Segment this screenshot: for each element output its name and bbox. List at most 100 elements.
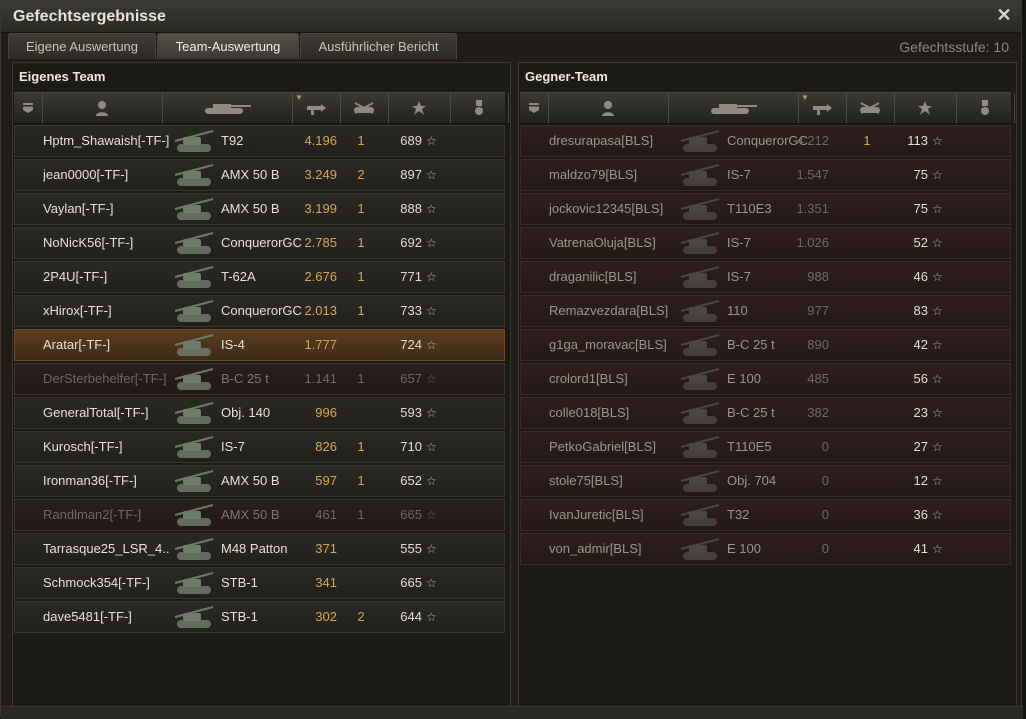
player-row[interactable]: draganilic[BLS] IS-7 988 46 ☆: [520, 261, 1011, 293]
kills-value: [857, 262, 877, 292]
player-row[interactable]: von_admir[BLS] E 100 0 41 ☆: [520, 533, 1011, 565]
damage-value: 3.249: [304, 167, 337, 182]
xp-star-icon: ☆: [932, 542, 943, 556]
damage-value: 382: [807, 405, 829, 420]
xp-value: 52: [913, 235, 928, 250]
column-player-icon[interactable]: [548, 93, 669, 123]
player-row[interactable]: Randlman2[-TF-] AMX 50 B 461 1 665 ☆: [14, 499, 505, 531]
column-kills-icon[interactable]: [846, 93, 895, 123]
xp-value: 42: [913, 337, 928, 352]
xp-value: 665: [400, 575, 422, 590]
player-row[interactable]: maldzo79[BLS] IS-7 1.547 75 ☆: [520, 159, 1011, 191]
player-row[interactable]: stole75[BLS] Obj. 704 0 12 ☆: [520, 465, 1011, 497]
player-row[interactable]: jean0000[-TF-] AMX 50 B 3.249 2 897 ☆: [14, 159, 505, 191]
xp-value: 657: [400, 371, 422, 386]
player-row[interactable]: g1ga_moravac[BLS] B-C 25 t 890 42 ☆: [520, 329, 1011, 361]
column-xp-star-icon[interactable]: [894, 93, 957, 123]
xp-value: 665: [400, 507, 422, 522]
xp-star-icon: ☆: [932, 236, 943, 250]
kills-icon: [860, 102, 880, 114]
kills-value: [857, 466, 877, 496]
player-row[interactable]: xHirox[-TF-] ConquerorGC 2.013 1 733 ☆: [14, 295, 505, 327]
xp-value: 36: [913, 507, 928, 522]
tank-icon: [679, 501, 725, 529]
xp-value: 555: [400, 541, 422, 556]
kills-icon: [354, 102, 374, 114]
battle-tier-label: Gefechtsstufe: 10: [899, 39, 1009, 55]
player-name: g1ga_moravac[BLS]: [549, 337, 667, 352]
xp-star-icon: ☆: [932, 134, 943, 148]
player-name: maldzo79[BLS]: [549, 167, 638, 182]
xp-star-icon: [918, 101, 932, 115]
player-row[interactable]: dave5481[-TF-] STB-1 302 2 644 ☆: [14, 601, 505, 633]
player-row[interactable]: 2P4U[-TF-] T-62A 2.676 1 771 ☆: [14, 261, 505, 293]
xp-star-icon: ☆: [932, 372, 943, 386]
kills-value: 1: [357, 201, 365, 216]
player-name: Hptm_Shawaish[-TF-]: [43, 133, 170, 148]
player-name: colle018[BLS]: [549, 405, 630, 420]
column-player-icon[interactable]: [42, 93, 163, 123]
damage-value: 4.196: [304, 133, 337, 148]
kills-value: 2: [357, 167, 365, 182]
xp-star-icon: ☆: [426, 304, 437, 318]
xp-star-icon: ☆: [426, 270, 437, 284]
tank-icon: [173, 399, 219, 427]
xp-value: 27: [913, 439, 928, 454]
player-row[interactable]: Aratar[-TF-] IS-4 1.777 724 ☆: [14, 329, 505, 361]
player-row[interactable]: Hptm_Shawaish[-TF-] T92 4.196 1 689 ☆: [14, 125, 505, 157]
xp-star-icon: ☆: [932, 270, 943, 284]
player-row[interactable]: jockovic12345[BLS] T110E3 1.351 75 ☆: [520, 193, 1011, 225]
title-bar: Gefechtsergebnisse ✕: [1, 1, 1021, 33]
xp-value: 75: [913, 201, 928, 216]
tab-team-auswertung[interactable]: Team-Auswertung: [157, 33, 299, 59]
player-row[interactable]: colle018[BLS] B-C 25 t 382 23 ☆: [520, 397, 1011, 429]
damage-value: 485: [807, 371, 829, 386]
player-row[interactable]: Tarrasque25_LSR_4.. M48 Patton 371 555 ☆: [14, 533, 505, 565]
kills-value: 1: [357, 473, 365, 488]
column-squad-icon[interactable]: [14, 93, 43, 123]
column-damage-icon[interactable]: ▼: [798, 93, 847, 123]
player-name: Vaylan[-TF-]: [43, 201, 114, 216]
player-row[interactable]: Remazvezdara[BLS] 110 977 83 ☆: [520, 295, 1011, 327]
kills-value: 1: [357, 269, 365, 284]
damage-value: 0: [821, 439, 829, 454]
player-row[interactable]: Schmock354[-TF-] STB-1 341 665 ☆: [14, 567, 505, 599]
xp-star-icon: ☆: [932, 440, 943, 454]
player-row[interactable]: Vaylan[-TF-] AMX 50 B 3.199 1 888 ☆: [14, 193, 505, 225]
player-row[interactable]: DerSterbehelfer[-TF-] B-C 25 t 1.141 1 657 ☆: [14, 363, 505, 395]
player-name: VatrenaOluja[BLS]: [549, 235, 656, 250]
xp-star-icon: ☆: [426, 474, 437, 488]
column-squad-icon[interactable]: [520, 93, 549, 123]
player-row[interactable]: crolord1[BLS] E 100 485 56 ☆: [520, 363, 1011, 395]
player-row[interactable]: Kurosch[-TF-] IS-7 826 1 710 ☆: [14, 431, 505, 463]
column-medal-icon[interactable]: [956, 93, 1015, 123]
player-row[interactable]: dresurapasa[BLS] ConquerorGC 4.212 1 113 ☆: [520, 125, 1011, 157]
player-row[interactable]: IvanJuretic[BLS] T32 0 36 ☆: [520, 499, 1011, 531]
damage-value: 1.547: [796, 167, 829, 182]
tab-eigene-auswertung[interactable]: Eigene Auswertung: [8, 33, 156, 59]
column-xp-star-icon[interactable]: [388, 93, 451, 123]
tank-icon: [679, 535, 725, 563]
enemy-team-panel: Gegner-Team ▼ dresurapasa[BLS] ConquerorG…: [518, 62, 1017, 712]
xp-star-icon: ☆: [932, 474, 943, 488]
column-medal-icon[interactable]: [450, 93, 509, 123]
xp-star-icon: ☆: [932, 338, 943, 352]
column-damage-icon[interactable]: ▼: [292, 93, 341, 123]
tab-ausfuehrlicher-bericht[interactable]: Ausführlicher Bericht: [300, 33, 457, 59]
player-row[interactable]: NoNicK56[-TF-] ConquerorGC 2.785 1 692 ☆: [14, 227, 505, 259]
column-tank-icon[interactable]: [668, 93, 799, 123]
xp-value: 75: [913, 167, 928, 182]
close-icon[interactable]: ✕: [995, 6, 1013, 24]
tank-icon: [679, 365, 725, 393]
player-icon: [96, 101, 108, 116]
column-tank-icon[interactable]: [162, 93, 293, 123]
tank-icon: [679, 297, 725, 325]
player-row[interactable]: Ironman36[-TF-] AMX 50 B 597 1 652 ☆: [14, 465, 505, 497]
player-row[interactable]: GeneralTotal[-TF-] Obj. 140 996 593 ☆: [14, 397, 505, 429]
kills-value: [351, 534, 371, 564]
player-row[interactable]: PetkoGabriel[BLS] T110E5 0 27 ☆: [520, 431, 1011, 463]
kills-value: 1: [357, 439, 365, 454]
kills-value: [351, 330, 371, 360]
column-kills-icon[interactable]: [340, 93, 389, 123]
player-row[interactable]: VatrenaOluja[BLS] IS-7 1.026 52 ☆: [520, 227, 1011, 259]
